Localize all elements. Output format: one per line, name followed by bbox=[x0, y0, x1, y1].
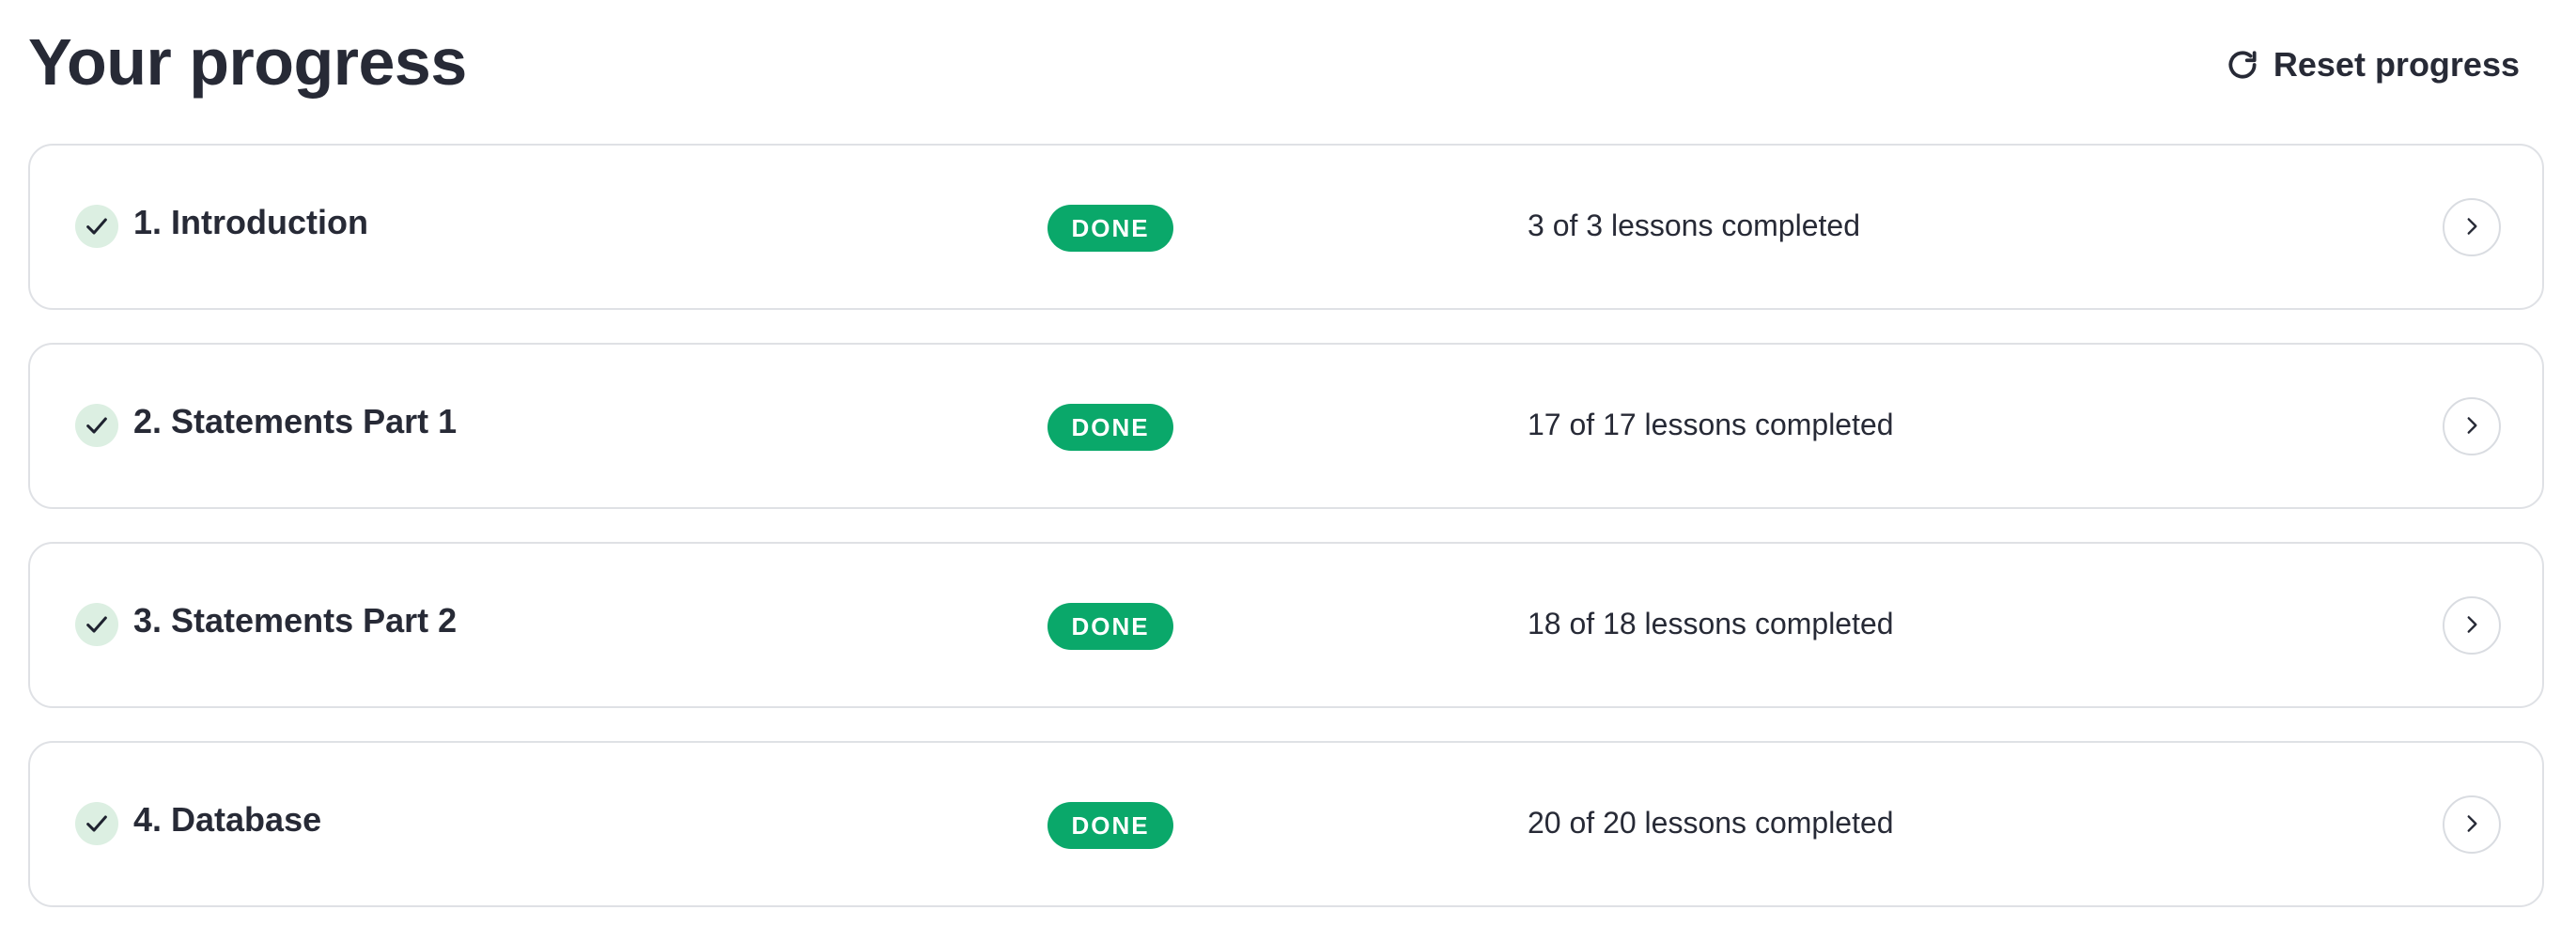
module-title: 1. Introduction bbox=[133, 203, 368, 241]
open-module-button[interactable] bbox=[2443, 795, 2501, 854]
module-title: 4. Database bbox=[133, 800, 322, 839]
chevron-right-icon bbox=[2460, 214, 2484, 241]
status-badge: DONE bbox=[1047, 802, 1173, 849]
lessons-completed-text: 17 of 17 lessons completed bbox=[1528, 408, 1894, 441]
check-icon bbox=[75, 205, 118, 248]
status-badge: DONE bbox=[1047, 205, 1173, 252]
module-list: 1. Introduction DONE 3 of 3 lessons comp… bbox=[28, 144, 2544, 940]
open-module-button[interactable] bbox=[2443, 397, 2501, 455]
module-title: 3. Statements Part 2 bbox=[133, 601, 458, 640]
open-module-button[interactable] bbox=[2443, 596, 2501, 655]
chevron-right-icon bbox=[2460, 413, 2484, 440]
lessons-completed-text: 20 of 20 lessons completed bbox=[1528, 806, 1894, 840]
reset-icon bbox=[2225, 47, 2260, 83]
module-card-introduction[interactable]: 1. Introduction DONE 3 of 3 lessons comp… bbox=[28, 144, 2544, 310]
open-module-button[interactable] bbox=[2443, 198, 2501, 256]
check-icon bbox=[75, 404, 118, 447]
chevron-right-icon bbox=[2460, 612, 2484, 640]
module-card-database[interactable]: 4. Database DONE 20 of 20 lessons comple… bbox=[28, 741, 2544, 907]
lessons-completed-text: 18 of 18 lessons completed bbox=[1528, 607, 1894, 640]
module-card-statements-part-2[interactable]: 3. Statements Part 2 DONE 18 of 18 lesso… bbox=[28, 542, 2544, 708]
lessons-completed-text: 3 of 3 lessons completed bbox=[1528, 208, 1860, 242]
reset-progress-label: Reset progress bbox=[2273, 45, 2520, 84]
page-title: Your progress bbox=[28, 25, 467, 99]
status-badge: DONE bbox=[1047, 603, 1173, 650]
progress-header: Your progress Reset progress bbox=[28, 0, 2544, 141]
reset-progress-button[interactable]: Reset progress bbox=[2221, 39, 2523, 90]
status-badge: DONE bbox=[1047, 404, 1173, 451]
progress-page: Your progress Reset progress 1. Introduc… bbox=[28, 0, 2544, 941]
module-title: 2. Statements Part 1 bbox=[133, 402, 458, 440]
module-card-statements-part-1[interactable]: 2. Statements Part 1 DONE 17 of 17 lesso… bbox=[28, 343, 2544, 509]
chevron-right-icon bbox=[2460, 811, 2484, 839]
check-icon bbox=[75, 603, 118, 646]
check-icon bbox=[75, 802, 118, 845]
